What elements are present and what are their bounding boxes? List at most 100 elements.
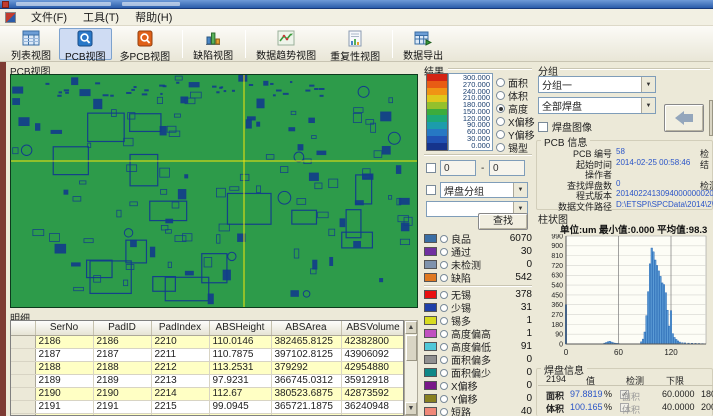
radio-icon[interactable]	[496, 130, 505, 139]
svg-text:360: 360	[551, 302, 563, 309]
repeatability-view-label: 重复性视图	[330, 48, 380, 63]
table-cell: 42954880	[341, 361, 404, 374]
row-selector-cell[interactable]	[11, 374, 35, 387]
radio-icon[interactable]	[440, 408, 448, 416]
group-select[interactable]: 分组一 ▼	[538, 76, 656, 93]
legend-item-缺陷[interactable]: 缺陷542	[424, 271, 532, 284]
menu-help[interactable]: 帮助(H)	[127, 8, 180, 26]
legend-label: 短路	[451, 404, 471, 416]
pcb-info-row: PCB 编号58检	[538, 147, 713, 158]
legend-item-无锡[interactable]: 无锡378	[424, 288, 532, 301]
pcb-view-label: PCB视图	[65, 48, 106, 63]
previous-pcb-button[interactable]	[664, 104, 704, 132]
radio-icon[interactable]	[440, 304, 448, 312]
table-cell: 380523.6875	[271, 387, 341, 400]
legend-item-少锡[interactable]: 少锡31	[424, 301, 532, 314]
radio-icon[interactable]	[440, 274, 448, 282]
table-cell: 2210	[151, 335, 209, 348]
radio-icon[interactable]	[440, 369, 448, 377]
range-filter-checkbox[interactable]	[426, 163, 436, 173]
radio-icon[interactable]	[440, 395, 448, 403]
panel-splitter[interactable]	[709, 100, 713, 136]
colorbar-band	[427, 81, 447, 88]
menu-file[interactable]: 文件(F)	[23, 8, 75, 26]
row-selector-cell[interactable]	[11, 400, 35, 413]
pad-image-checkbox[interactable]	[538, 122, 548, 132]
data-trend-view-button[interactable]: 数据趋势视图	[250, 28, 322, 60]
detail-table-scrollbar[interactable]: ▲ ▼	[404, 320, 418, 416]
legend-item-面积偏少[interactable]: 面积偏少0	[424, 366, 532, 379]
application-window: 文件(F) 工具(T) 帮助(H) 列表视图 PCB视图 多PCB视图	[0, 0, 713, 416]
histogram-plot: 090180270360450540630720810900990060120	[538, 234, 713, 364]
pad-group-checkbox[interactable]	[426, 185, 436, 195]
radio-icon[interactable]	[440, 356, 448, 364]
scroll-down-button[interactable]: ▼	[405, 402, 417, 415]
table-row[interactable]: 219021902214112.67380523.687542873592	[11, 387, 404, 400]
menu-tools[interactable]: 工具(T)	[75, 8, 127, 26]
legend-count: 30	[521, 246, 532, 257]
table-row[interactable]: 21912191221599.0945365721.187536240948	[11, 400, 404, 413]
radio-icon[interactable]	[440, 261, 448, 269]
row-selector-cell[interactable]	[11, 361, 35, 374]
metric-radio-锡型[interactable]: 锡型	[496, 141, 534, 154]
radio-icon[interactable]	[440, 235, 448, 243]
radio-icon[interactable]	[440, 317, 448, 325]
pcb-view-button[interactable]: PCB视图	[59, 28, 112, 60]
radio-icon[interactable]	[496, 117, 505, 126]
column-header-SerNo[interactable]: SerNo	[35, 321, 93, 335]
column-header-PadIndex[interactable]: PadIndex	[151, 321, 209, 335]
table-row[interactable]: 21892189221397.9231366745.031235912918	[11, 374, 404, 387]
column-header-ABSVolume[interactable]: ABSVolume	[341, 321, 404, 335]
legend-item-短路[interactable]: 短路40	[424, 405, 532, 416]
legend-count: 378	[515, 289, 532, 300]
pad-info-row: 面积97.8819%面积60.0000180.	[538, 388, 713, 401]
legend-item-良品[interactable]: 良品6070	[424, 232, 532, 245]
pad-image-option[interactable]: 焊盘图像	[538, 119, 592, 134]
defect-view-button[interactable]: 缺陷视图	[187, 28, 239, 60]
multi-pcb-view-button[interactable]: 多PCB视图	[114, 28, 177, 60]
legend-item-X偏移[interactable]: X偏移0	[424, 379, 532, 392]
column-header-ABSHeight[interactable]: ABSHeight	[209, 321, 271, 335]
legend-item-Y偏移[interactable]: Y偏移0	[424, 392, 532, 405]
row-selector-cell[interactable]	[11, 387, 35, 400]
repeatability-view-button[interactable]: 重复性视图	[324, 28, 386, 60]
radio-icon[interactable]	[440, 248, 448, 256]
radio-icon[interactable]	[496, 91, 505, 100]
table-cell: 2189	[93, 374, 151, 387]
data-trend-view-icon	[276, 30, 296, 46]
radio-icon[interactable]	[440, 343, 448, 351]
table-row[interactable]: 218621862210110.0146382465.812542382800	[11, 335, 404, 348]
table-cell: 2213	[151, 374, 209, 387]
legend-item-未检测[interactable]: 未检测0	[424, 258, 532, 271]
radio-icon[interactable]	[440, 291, 448, 299]
pad-filter-select[interactable]: 全部焊盘 ▼	[538, 97, 656, 114]
search-button[interactable]: 查找	[478, 213, 528, 230]
table-row[interactable]: 218721872211110.7875397102.812543906092	[11, 348, 404, 361]
pad-group-select[interactable]: 焊盘分组 ▼	[440, 182, 528, 198]
radio-icon[interactable]	[440, 330, 448, 338]
list-view-button[interactable]: 列表视图	[5, 28, 57, 60]
row-selector-cell[interactable]	[11, 348, 35, 361]
pcb-board-canvas[interactable]	[10, 74, 418, 308]
legend-count: 91	[521, 341, 532, 352]
row-selector-cell[interactable]	[11, 335, 35, 348]
table-cell: 2215	[151, 400, 209, 413]
radio-icon[interactable]	[440, 382, 448, 390]
data-export-button[interactable]: 数据导出	[397, 28, 449, 60]
range-to-input[interactable]	[489, 160, 525, 176]
range-from-input[interactable]	[440, 160, 476, 176]
column-header-ABSArea[interactable]: ABSArea	[271, 321, 341, 335]
pcb-view-icon	[75, 30, 95, 47]
radio-icon[interactable]	[496, 78, 505, 87]
radio-icon[interactable]	[496, 143, 505, 152]
col-lower: 下限	[666, 374, 684, 387]
scroll-up-button[interactable]: ▲	[405, 321, 417, 334]
window-left-edge	[0, 62, 6, 416]
scroll-thumb[interactable]	[406, 335, 417, 361]
radio-icon[interactable]	[496, 104, 505, 113]
repeatability-view-icon	[345, 30, 365, 47]
table-cell: 110.0146	[209, 335, 271, 348]
table-row[interactable]: 218821882212113.253137929242954880	[11, 361, 404, 374]
column-header-PadID[interactable]: PadID	[93, 321, 151, 335]
detail-table-panel: SerNoPadIDPadIndexABSHeightABSAreaABSVol…	[10, 320, 404, 416]
